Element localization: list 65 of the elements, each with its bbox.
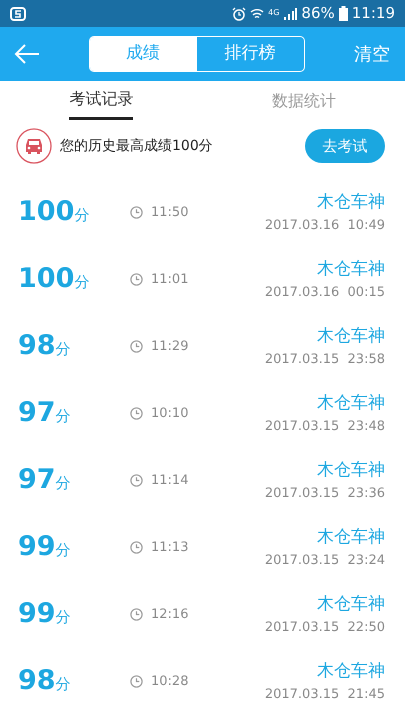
date-time: 2017.03.15 21:45 bbox=[264, 686, 385, 704]
date-time: 2017.03.15 23:58 bbox=[264, 350, 385, 368]
user-name: 木仓车神 bbox=[317, 593, 385, 616]
user-name: 木仓车神 bbox=[317, 459, 385, 482]
duration-text: 11:13 bbox=[151, 538, 188, 557]
score-unit: 分 bbox=[56, 406, 71, 428]
clock-icon bbox=[130, 407, 143, 420]
duration-text: 11:29 bbox=[151, 338, 188, 356]
date-time: 2017.03.16 10:49 bbox=[264, 216, 385, 234]
clock-icon bbox=[130, 273, 143, 286]
score-unit: 分 bbox=[74, 272, 90, 294]
score-unit: 分 bbox=[56, 339, 71, 360]
score-unit: 分 bbox=[56, 473, 71, 494]
duration-text: 11:01 bbox=[151, 270, 188, 289]
clock-icon bbox=[130, 474, 143, 487]
segment-tab[interactable]: 成绩 bbox=[90, 37, 196, 71]
clock-icon bbox=[130, 340, 143, 353]
segment-tab[interactable]: 排行榜 bbox=[196, 37, 304, 71]
clear-button[interactable]: 清空 bbox=[353, 40, 391, 68]
clock-icon bbox=[130, 675, 143, 688]
car-icon bbox=[16, 128, 52, 164]
user-name: 木仓车神 bbox=[317, 258, 385, 281]
user-name: 木仓车神 bbox=[317, 325, 385, 348]
date-time: 2017.03.15 23:48 bbox=[264, 418, 385, 436]
user-name: 木仓车神 bbox=[317, 526, 385, 549]
clock-icon bbox=[130, 541, 143, 554]
user-name: 木仓车神 bbox=[317, 660, 385, 683]
user-name: 木仓车神 bbox=[317, 392, 385, 415]
tab[interactable]: 考试记录 bbox=[69, 81, 134, 120]
score-unit: 分 bbox=[56, 540, 71, 562]
wifi-icon bbox=[250, 6, 264, 20]
network-label: 4G bbox=[268, 7, 280, 20]
score-value: 100 bbox=[18, 262, 74, 296]
duration-text: 11:50 bbox=[151, 204, 188, 222]
alarm-icon bbox=[232, 6, 246, 20]
score-unit: 分 bbox=[74, 205, 90, 226]
clock-time: 11:19 bbox=[352, 3, 395, 24]
score-value: 99 bbox=[18, 530, 56, 564]
battery-percent: 86% bbox=[301, 3, 335, 24]
score-value: 97 bbox=[18, 396, 56, 430]
take-exam-button[interactable]: 去考试 bbox=[305, 129, 385, 163]
best-score-text: 您的历史最高成绩100分 bbox=[60, 136, 213, 156]
score-unit: 分 bbox=[56, 674, 71, 696]
date-time: 2017.03.15 23:36 bbox=[264, 484, 385, 502]
tab[interactable]: 数据统计 bbox=[272, 81, 336, 120]
date-time: 2017.03.16 00:15 bbox=[264, 284, 385, 302]
user-name: 木仓车神 bbox=[317, 191, 385, 214]
score-unit: 分 bbox=[56, 607, 71, 628]
clock-icon bbox=[130, 206, 143, 219]
score-value: 97 bbox=[18, 463, 56, 498]
date-time: 2017.03.15 23:24 bbox=[264, 552, 385, 570]
duration-text: 12:16 bbox=[151, 606, 188, 624]
score-value: 98 bbox=[18, 329, 56, 364]
duration-text: 10:28 bbox=[151, 672, 188, 691]
duration-text: 11:14 bbox=[151, 472, 188, 490]
back-arrow-icon[interactable] bbox=[14, 44, 40, 64]
date-time: 2017.03.15 22:50 bbox=[264, 618, 385, 636]
app-logo-icon bbox=[10, 6, 26, 20]
score-value: 99 bbox=[18, 597, 56, 632]
battery-icon bbox=[338, 6, 348, 21]
score-value: 98 bbox=[18, 664, 56, 698]
clock-icon bbox=[130, 608, 143, 621]
duration-text: 10:10 bbox=[151, 404, 188, 423]
signal-icon bbox=[283, 6, 298, 20]
score-value: 100 bbox=[18, 195, 74, 230]
